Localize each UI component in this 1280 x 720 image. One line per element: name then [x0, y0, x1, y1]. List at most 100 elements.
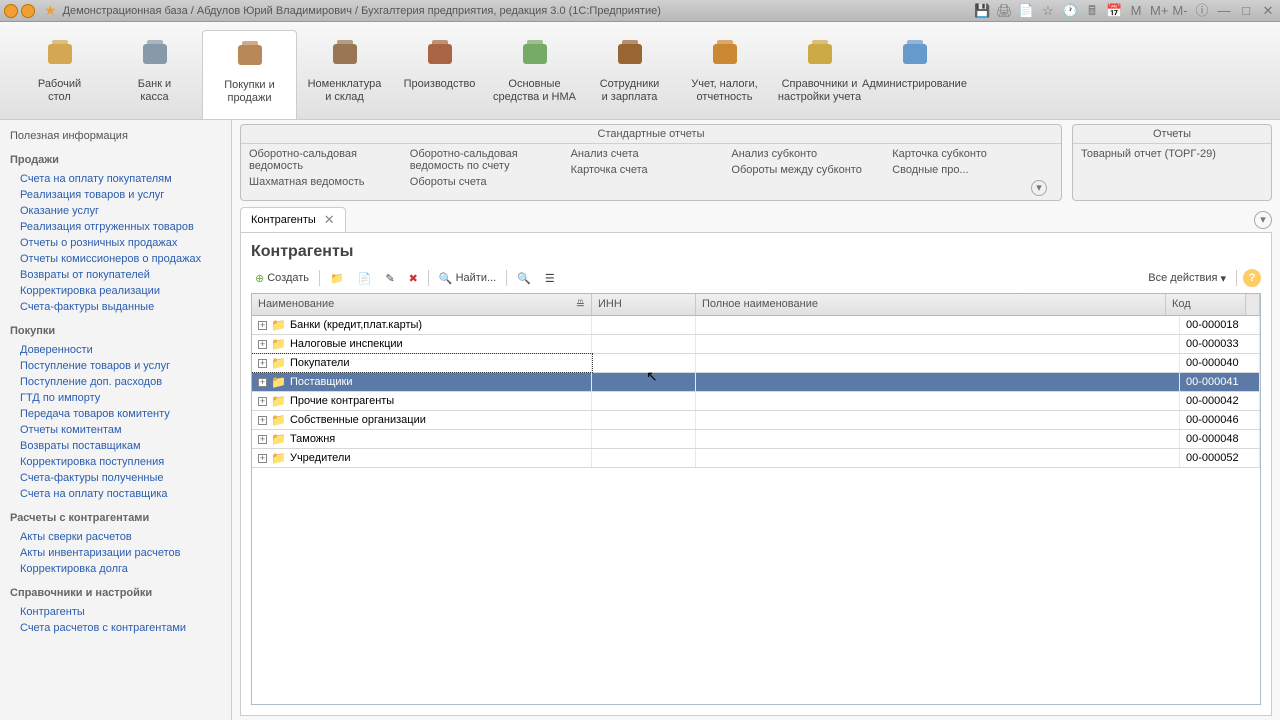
section-6[interactable]: Сотрудникии зарплата	[582, 30, 677, 119]
window-menu-icon[interactable]	[21, 4, 35, 18]
m-minus-icon[interactable]: M-	[1172, 3, 1188, 19]
report-link[interactable]: Сводные про...	[892, 162, 1053, 178]
report-link[interactable]: Оборотно-сальдовая ведомость	[249, 146, 410, 174]
section-4[interactable]: Производство	[392, 30, 487, 119]
minimize-icon[interactable]: —	[1216, 3, 1232, 19]
sidebar-link[interactable]: Акты сверки расчетов	[10, 529, 221, 545]
sidebar-link[interactable]: Передача товаров комитенту	[10, 406, 221, 422]
sidebar-link[interactable]: Реализация товаров и услуг	[10, 187, 221, 203]
section-0[interactable]: Рабочийстол	[12, 30, 107, 119]
history-icon[interactable]: 🕐	[1062, 3, 1078, 19]
calc-icon[interactable]: 🖩	[1084, 3, 1100, 19]
sidebar-link[interactable]: Счета расчетов с контрагентами	[10, 620, 221, 636]
delete-button[interactable]: ✖	[405, 270, 422, 287]
sidebar-link[interactable]: ГТД по импорту	[10, 390, 221, 406]
tab-counterparties[interactable]: Контрагенты ✕	[240, 207, 346, 232]
sidebar-link[interactable]: Отчеты комитентам	[10, 422, 221, 438]
expand-icon[interactable]: +	[258, 435, 267, 444]
fav-icon[interactable]: ☆	[1040, 3, 1056, 19]
table-row[interactable]: +📁Таможня00-000048	[252, 430, 1260, 449]
sidebar-link[interactable]: Доверенности	[10, 342, 221, 358]
standard-reports-panel: Стандартные отчеты Оборотно-сальдовая ве…	[240, 124, 1062, 201]
sidebar-link[interactable]: Корректировка поступления	[10, 454, 221, 470]
sidebar-link[interactable]: Возвраты поставщикам	[10, 438, 221, 454]
col-inn[interactable]: ИНН	[592, 294, 696, 315]
star-icon[interactable]: ★	[44, 2, 57, 19]
table-row[interactable]: +📁Собственные организации00-000046	[252, 411, 1260, 430]
create-button[interactable]: ⊕ Создать	[251, 270, 313, 287]
section-7[interactable]: Учет, налоги,отчетность	[677, 30, 772, 119]
sidebar-link[interactable]: Возвраты от покупателей	[10, 267, 221, 283]
table-row[interactable]: +📁Учредители00-000052	[252, 449, 1260, 468]
col-fullname[interactable]: Полное наименование	[696, 294, 1166, 315]
sidebar-link[interactable]: Поступление товаров и услуг	[10, 358, 221, 374]
report-link[interactable]: Оборотно-сальдовая ведомость по счету	[410, 146, 571, 174]
section-toolbar: РабочийстолБанк икассаПокупки ипродажиНо…	[0, 22, 1280, 120]
report-link[interactable]: Карточка субконто	[892, 146, 1053, 162]
sidebar-link[interactable]: Отчеты о розничных продажах	[10, 235, 221, 251]
report-link[interactable]: Шахматная ведомость	[249, 174, 410, 190]
m-plus-icon[interactable]: M+	[1150, 3, 1166, 19]
table-row[interactable]: +📁Покупатели00-000040	[252, 354, 1260, 373]
report-link[interactable]: Обороты счета	[410, 174, 571, 190]
col-code[interactable]: Код	[1166, 294, 1246, 315]
save-icon[interactable]: 💾	[974, 3, 990, 19]
help-button[interactable]: ?	[1243, 269, 1261, 287]
sidebar-link[interactable]: Счета на оплату поставщика	[10, 486, 221, 502]
info-icon[interactable]: ⓘ	[1194, 3, 1210, 19]
list-mode-button[interactable]: ☰	[541, 270, 559, 287]
report-link[interactable]: Карточка счета	[571, 162, 732, 178]
expand-icon[interactable]: +	[258, 321, 267, 330]
sidebar-link[interactable]: Счета-фактуры полученные	[10, 470, 221, 486]
find-button[interactable]: 🔍 Найти...	[435, 270, 500, 287]
table-body[interactable]: ↖ +📁Банки (кредит,плат.карты)00-000018+📁…	[252, 316, 1260, 704]
calendar-icon[interactable]: 📅	[1106, 3, 1122, 19]
sidebar-link[interactable]: Поступление доп. расходов	[10, 374, 221, 390]
section-2[interactable]: Покупки ипродажи	[202, 30, 297, 119]
sidebar-link[interactable]: Счета на оплату покупателям	[10, 171, 221, 187]
section-5[interactable]: Основныесредства и НМА	[487, 30, 582, 119]
sidebar-link[interactable]: Корректировка реализации	[10, 283, 221, 299]
doc-icon[interactable]: 📄	[1018, 3, 1034, 19]
sidebar-link[interactable]: Оказание услуг	[10, 203, 221, 219]
tab-close-icon[interactable]: ✕	[324, 212, 335, 228]
table-row[interactable]: +📁Банки (кредит,плат.карты)00-000018	[252, 316, 1260, 335]
expand-icon[interactable]: +	[258, 378, 267, 387]
sidebar-link[interactable]: Реализация отгруженных товаров	[10, 219, 221, 235]
expand-icon[interactable]: +	[258, 454, 267, 463]
maximize-icon[interactable]: □	[1238, 3, 1254, 19]
expand-icon[interactable]: +	[258, 397, 267, 406]
report-link[interactable]: Анализ субконто	[731, 146, 892, 162]
table-row[interactable]: +📁Прочие контрагенты00-000042	[252, 392, 1260, 411]
titlebar-right: 💾 🖨 📄 ☆ 🕐 🖩 📅 M M+ M- ⓘ — □ ✕	[974, 3, 1276, 19]
sidebar-link[interactable]: Отчеты комиссионеров о продажах	[10, 251, 221, 267]
expand-icon[interactable]: +	[258, 416, 267, 425]
expand-icon[interactable]: +	[258, 340, 267, 349]
new-folder-button[interactable]: 📁	[326, 270, 348, 287]
report-link[interactable]: Товарный отчет (ТОРГ-29)	[1081, 146, 1216, 162]
section-1[interactable]: Банк икасса	[107, 30, 202, 119]
sidebar-link[interactable]: Акты инвентаризации расчетов	[10, 545, 221, 561]
print-icon[interactable]: 🖨	[996, 3, 1012, 19]
cancel-search-button[interactable]: 🔍	[513, 270, 535, 287]
section-3[interactable]: Номенклатураи склад	[297, 30, 392, 119]
report-link[interactable]: Анализ счета	[571, 146, 732, 162]
copy-button[interactable]: 📄	[354, 270, 376, 287]
report-link[interactable]: Обороты между субконто	[731, 162, 892, 178]
sidebar-link[interactable]: Контрагенты	[10, 604, 221, 620]
section-8[interactable]: Справочники инастройки учета	[772, 30, 867, 119]
close-icon[interactable]: ✕	[1260, 3, 1276, 19]
section-9[interactable]: Администрирование	[867, 30, 962, 119]
expand-icon[interactable]: +	[258, 359, 267, 368]
sidebar-link[interactable]: Корректировка долга	[10, 561, 221, 577]
sidebar-link[interactable]: Счета-фактуры выданные	[10, 299, 221, 315]
tabs-dropdown-icon[interactable]: ▾	[1254, 211, 1272, 229]
col-name[interactable]: Наименование≞	[252, 294, 592, 315]
sidebar-info-link[interactable]: Полезная информация	[10, 128, 221, 144]
reports-expand-icon[interactable]: ▾	[1031, 180, 1047, 196]
all-actions-button[interactable]: Все действия ▾	[1144, 270, 1230, 287]
table-row[interactable]: +📁Налоговые инспекции00-000033	[252, 335, 1260, 354]
table-row[interactable]: +📁Поставщики00-000041	[252, 373, 1260, 392]
m-icon[interactable]: M	[1128, 3, 1144, 19]
edit-button[interactable]: ✎	[381, 270, 398, 287]
